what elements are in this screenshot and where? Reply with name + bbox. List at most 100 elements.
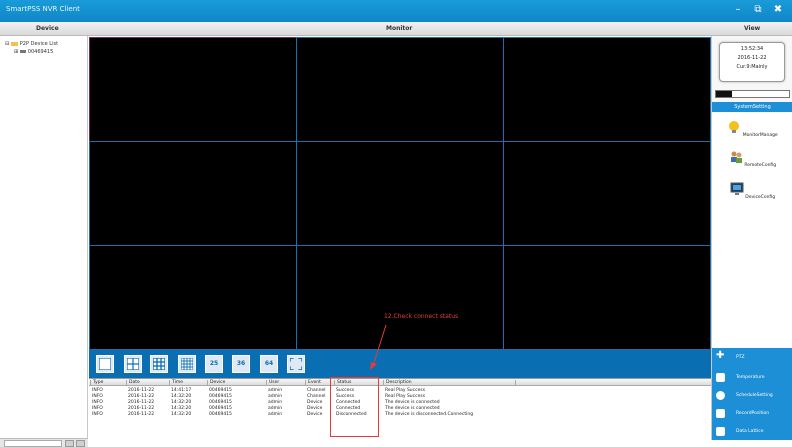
column-type[interactable]: Type	[90, 380, 103, 386]
log-cell: 00469415	[209, 412, 232, 417]
video-cell[interactable]	[89, 37, 297, 142]
monitor-icon	[730, 182, 744, 195]
column-description[interactable]: Description	[383, 380, 412, 386]
remote-config-label: RemoteConfig	[744, 163, 777, 168]
remote-config-item[interactable]: RemoteConfig	[712, 150, 792, 168]
folder-icon	[10, 41, 18, 46]
clock-date: 2016-11-22	[737, 55, 767, 61]
log-row[interactable]: INFO 2016-11-22 14:32:20 00469415 admin Devic…	[89, 412, 711, 418]
ptz-cross-icon: ✚	[716, 350, 725, 361]
log-cell: INFO	[92, 406, 103, 411]
layout-36-label: 36	[236, 360, 246, 367]
tree-search-input[interactable]	[4, 440, 62, 447]
device-config-label: DeviceConfig	[745, 195, 776, 200]
log-cell: Real Play Success	[385, 394, 426, 399]
log-cell: admin	[268, 406, 283, 411]
layout-25-button[interactable]: 25	[205, 355, 223, 373]
close-icon[interactable]: ✖	[772, 4, 784, 16]
monitor-manage-item[interactable]: MonitorManage	[712, 120, 792, 138]
temperature-icon	[716, 373, 725, 382]
video-cell[interactable]	[296, 141, 504, 246]
device-config-item[interactable]: DeviceConfig	[712, 182, 792, 200]
log-cell: Channel	[307, 388, 326, 393]
nav-item-label: Temperature	[736, 375, 765, 380]
layout-1-button[interactable]	[96, 355, 114, 373]
layout-64-label: 64	[264, 360, 274, 367]
monitor-header: Monitor	[386, 25, 413, 32]
expand-icon[interactable]: ⊞	[14, 49, 18, 55]
layout-9-button[interactable]	[150, 355, 168, 373]
column-event[interactable]: Event	[305, 380, 321, 386]
ptz-item[interactable]: ✚ PTZ	[712, 350, 792, 366]
log-cell: 00469415	[209, 406, 232, 411]
layout-36-button[interactable]: 36	[232, 355, 250, 373]
nav-item-label: Data Lattice	[736, 429, 764, 434]
nav-item-schedule[interactable]: ScheduleSetting	[712, 388, 792, 404]
video-cell[interactable]	[296, 37, 504, 142]
video-grid	[89, 37, 711, 350]
log-cell: admin	[268, 394, 283, 399]
layout-25-label: 25	[209, 360, 219, 367]
tree-device-label: 00469415	[27, 49, 54, 55]
log-cell: The device is disconnected.Connecting	[385, 412, 474, 417]
monitor-manage-label: MonitorManage	[742, 133, 778, 138]
column-device[interactable]: Device	[207, 380, 225, 386]
log-cell: 14:32:20	[171, 412, 192, 417]
log-cell: Channel	[307, 394, 326, 399]
layout-64-button[interactable]: 64	[260, 355, 278, 373]
log-cell: INFO	[92, 388, 103, 393]
log-cell: admin	[268, 412, 283, 417]
video-cell[interactable]	[503, 245, 711, 350]
layout-9-icon	[153, 358, 165, 370]
ptz-label: PTZ	[736, 355, 745, 360]
tree-device[interactable]: ⊞ 00469415	[14, 49, 53, 55]
tree-root[interactable]: ⊟ P2P Device List	[5, 41, 58, 47]
log-cell: 2016-11-22	[128, 412, 155, 417]
nav-item-record[interactable]: RecordPosition	[712, 406, 792, 422]
search-button[interactable]	[65, 440, 74, 447]
nav-item-data[interactable]: Data Lattice	[712, 424, 792, 440]
right-panel: 13:52:34 2016-11-22 Cur.9:Mainly SystemS…	[711, 36, 792, 440]
video-cell[interactable]	[89, 141, 297, 246]
log-cell: 2016-11-22	[128, 388, 155, 393]
restore-icon[interactable]: ⧉	[752, 4, 764, 16]
device-header: Device	[36, 25, 59, 32]
annotation-text: 12.Check connect status	[384, 313, 459, 320]
column-user[interactable]: User	[266, 380, 279, 386]
log-cell: Device	[307, 412, 323, 417]
fullscreen-button[interactable]	[287, 355, 305, 373]
log-cell: 00469415	[209, 400, 232, 405]
device-icon	[19, 50, 26, 53]
refresh-button[interactable]	[76, 440, 85, 447]
layout-16-button[interactable]	[178, 355, 196, 373]
video-cell[interactable]	[503, 37, 711, 142]
expand-icon[interactable]: ⊟	[5, 41, 9, 47]
log-cell: INFO	[92, 394, 103, 399]
fullscreen-icon	[290, 358, 302, 370]
log-cell: 00469415	[209, 394, 232, 399]
layout-4-button[interactable]	[124, 355, 142, 373]
column-date[interactable]: Date	[126, 380, 140, 386]
minimize-icon[interactable]: –	[732, 4, 744, 16]
log-table: Type Date Time Device User Event Status …	[89, 378, 711, 440]
clock-widget: 13:52:34 2016-11-22 Cur.9:Mainly	[719, 42, 785, 82]
log-cell: INFO	[92, 412, 103, 417]
tree-search-bar	[0, 438, 88, 447]
log-cell: admin	[268, 388, 283, 393]
video-cell[interactable]	[89, 245, 297, 350]
video-cell[interactable]	[503, 141, 711, 246]
system-setting-header[interactable]: SystemSetting	[712, 102, 792, 112]
clock-status: Cur.9:Mainly	[736, 64, 768, 70]
status-highlight-box	[330, 377, 379, 437]
annotation-arrow-icon	[370, 324, 387, 370]
nvr-client-window: SmartPSS NVR Client – ⧉ ✖ Device Monitor…	[0, 0, 792, 447]
lightbulb-icon	[729, 121, 740, 133]
record-icon	[716, 409, 725, 418]
layout-16-icon	[181, 358, 193, 370]
nav-item-temperature[interactable]: Temperature	[712, 370, 792, 386]
log-cell: 14:32:20	[171, 400, 192, 405]
log-cell: The device is connected	[385, 406, 440, 411]
cpu-meter-fill	[716, 91, 733, 97]
log-cell: 14:32:20	[171, 394, 192, 399]
column-time[interactable]: Time	[169, 380, 183, 386]
